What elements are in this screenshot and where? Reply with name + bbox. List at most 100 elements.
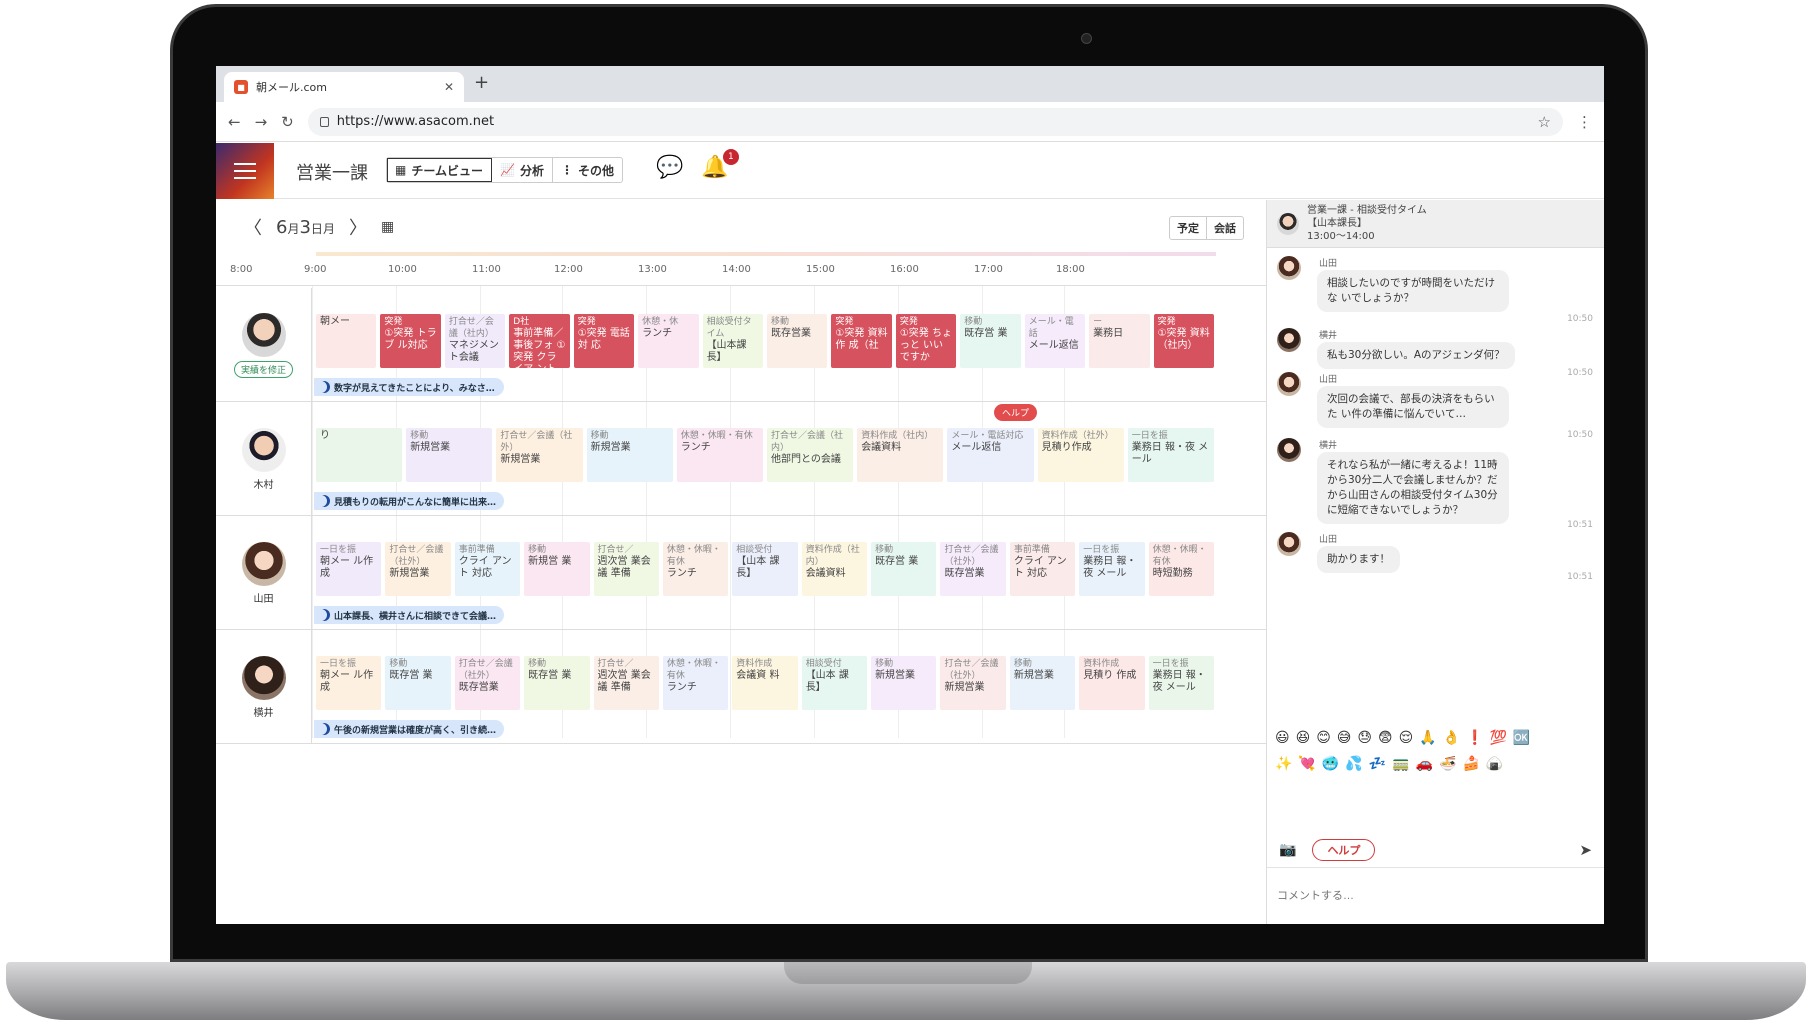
schedule-block[interactable]: 移動 新規営業 bbox=[406, 428, 493, 482]
schedule-block[interactable]: 休憩・休暇・有休 ランチ bbox=[676, 428, 763, 482]
schedule-block[interactable]: 移動 既存営 業 bbox=[871, 542, 937, 596]
bookmark-star-icon[interactable]: ☆ bbox=[1538, 113, 1551, 131]
schedule-block[interactable]: メール・電話 メール返信 bbox=[1024, 314, 1086, 368]
schedule-block[interactable]: D社事前準備／事後フォ ①突発 クライア ント対応 bbox=[509, 314, 570, 368]
help-button[interactable]: ヘルプ bbox=[1312, 838, 1376, 861]
member-profile[interactable]: 横井 bbox=[216, 630, 312, 744]
close-icon[interactable]: ✕ bbox=[444, 80, 454, 94]
member-profile[interactable]: 木村 bbox=[216, 402, 312, 516]
camera-icon[interactable]: 📷 bbox=[1279, 842, 1296, 858]
help-request-badge[interactable]: ヘルプ bbox=[994, 404, 1038, 421]
schedule-block[interactable]: 一日を振 業務日 報・夜 メール bbox=[1148, 656, 1214, 710]
schedule-block[interactable]: 打合せ／ 週次営 業会議 準備 bbox=[593, 656, 659, 710]
schedule-block[interactable]: 資料作成（社外） 見積り作成 bbox=[1037, 428, 1124, 482]
new-tab-icon[interactable]: + bbox=[474, 72, 489, 93]
schedule-block[interactable]: 相談受付 【山本 課長】 bbox=[801, 656, 868, 710]
schedule-block[interactable]: 資料作成 見積り 作成 bbox=[1079, 656, 1145, 710]
url-field[interactable]: https://www.asacom.net ☆ bbox=[307, 107, 1563, 136]
schedule-block[interactable]: 移動 新規営業 bbox=[586, 428, 673, 482]
calendar-icon[interactable]: ▦ bbox=[381, 219, 394, 235]
conversation-button[interactable]: 会話 bbox=[1207, 217, 1243, 239]
schedule-block[interactable]: 移動 既存営業 bbox=[767, 314, 828, 368]
member-comment[interactable]: 午後の新規営業は確度が高く、引き続… bbox=[314, 720, 504, 738]
schedule-block[interactable]: 朝メー bbox=[316, 314, 377, 368]
chat-bubbles-icon[interactable]: 💬 bbox=[656, 155, 683, 180]
comment-text: 数字が見えてきたことにより、みなさ… bbox=[334, 383, 495, 394]
schedule-block[interactable]: ー業務日 bbox=[1089, 314, 1150, 368]
emoji-picker-row[interactable]: 😃😆😊😅😓😨😌🙏👌❗💯🆗 bbox=[1275, 730, 1536, 746]
schedule-block[interactable]: 相談受付タイム 【山本課長】 bbox=[702, 314, 763, 368]
schedule-block[interactable]: 一日を振 朝メー ル作成 bbox=[316, 542, 382, 596]
reload-icon[interactable]: ↻ bbox=[281, 113, 294, 131]
schedule-block[interactable]: 打合せ／会議（社外） 既存営業 bbox=[940, 542, 1006, 596]
schedule-block[interactable]: 移動 既存営 業 bbox=[524, 656, 590, 710]
schedule-block[interactable]: 打合せ／会議（社外） 新規営業 bbox=[940, 656, 1006, 710]
schedule-block[interactable]: 打合せ／会議（社内） 他部門との会議 bbox=[767, 428, 854, 482]
schedule-block[interactable]: 一日を振 業務日 報・夜 メール bbox=[1127, 428, 1214, 482]
schedule-block[interactable]: 打合せ／会議（社外） 新規営業 bbox=[496, 428, 583, 482]
schedule-block[interactable]: 事前準備 クライ アント 対応 bbox=[454, 542, 521, 596]
tab-analysis[interactable]: 📈 分析 bbox=[492, 158, 553, 182]
schedule-block[interactable]: 一日を振 朝メー ル作成 bbox=[316, 656, 382, 710]
schedule-block[interactable]: 突発 ①突発 資料 （社内） bbox=[1153, 314, 1214, 368]
browser-tab[interactable]: ■ 朝メール.com ✕ bbox=[224, 72, 464, 102]
schedule-block[interactable]: メール・電話対応 メール返信 bbox=[947, 428, 1034, 482]
block-category: 休憩・休暇・有休 bbox=[1152, 545, 1207, 567]
schedule-block[interactable]: 休憩・休 ランチ bbox=[638, 314, 699, 368]
grid-icon: ▦ bbox=[395, 163, 407, 177]
prev-day-icon[interactable]: 〈 bbox=[244, 214, 262, 240]
block-title: ランチ bbox=[666, 682, 697, 693]
lock-icon bbox=[319, 116, 329, 127]
emoji-picker-row[interactable]: ✨💘🥶💦💤🚃🚗🍜🍰🍙 bbox=[1275, 756, 1509, 772]
notification-bell[interactable]: 🔔 1 bbox=[701, 149, 739, 180]
member-comment[interactable]: 数字が見えてきたことにより、みなさ… bbox=[314, 378, 504, 396]
schedule-block[interactable]: 打合せ／会議（社内） マネジメント会議 bbox=[444, 314, 506, 368]
schedule-block[interactable]: 移動 既存営 業 bbox=[960, 314, 1021, 368]
schedule-button[interactable]: 予定 bbox=[1170, 217, 1207, 239]
schedule-block[interactable]: 突発 ①突発 電話対 応 bbox=[573, 314, 635, 368]
schedule-block[interactable]: り bbox=[316, 428, 403, 482]
comment-input[interactable] bbox=[1267, 868, 1604, 924]
member-profile[interactable]: 山田 bbox=[216, 516, 312, 630]
schedule-block[interactable]: 一日を振 業務日 報・夜 メール bbox=[1079, 542, 1145, 596]
schedule-block[interactable]: 突発 ①突発 トラブ ル対応 bbox=[380, 314, 441, 368]
schedule-block[interactable]: 休憩・休暇・有休 ランチ bbox=[662, 656, 729, 710]
schedule-block[interactable]: 打合せ／ 週次営 業会議 準備 bbox=[593, 542, 659, 596]
schedule-block[interactable]: 移動 既存営 業 bbox=[385, 656, 451, 710]
back-icon[interactable]: ← bbox=[228, 113, 241, 131]
block-title: 【山本 課長】 bbox=[736, 556, 780, 579]
moon-icon bbox=[318, 609, 330, 621]
schedule-block[interactable]: 資料作成（社内） 会議資料 bbox=[801, 542, 868, 596]
schedule-block[interactable]: 打合せ／会議（社外） 新規営業 bbox=[385, 542, 451, 596]
member-profile[interactable]: 実績を修正 bbox=[216, 288, 312, 402]
time-tick: 11:00 bbox=[472, 264, 501, 275]
schedule-block[interactable]: 事前準備 クライ アント 対応 bbox=[1009, 542, 1076, 596]
schedule-block[interactable]: 資料作成（社内） 会議資料 bbox=[857, 428, 944, 482]
date-display: 6月3日月 bbox=[276, 217, 335, 238]
schedule-block[interactable]: 突発 ①突発 資料作 成（社 bbox=[831, 314, 892, 368]
schedule-block[interactable]: 移動 新規営 業 bbox=[524, 542, 590, 596]
schedule-block[interactable]: 移動 新規営業 bbox=[1009, 656, 1076, 710]
forward-icon[interactable]: → bbox=[255, 113, 268, 131]
chat-host: 【山本課長】 bbox=[1307, 218, 1367, 229]
edit-actuals-button[interactable]: 実績を修正 bbox=[233, 360, 293, 378]
block-title: 新規営業 bbox=[875, 670, 916, 681]
next-day-icon[interactable]: 〉 bbox=[349, 214, 367, 240]
schedule-block[interactable]: 休憩・休暇・有休 時短勤務 bbox=[1148, 542, 1214, 596]
kebab-menu-icon[interactable]: ⋮ bbox=[1577, 113, 1592, 131]
hamburger-menu-icon[interactable] bbox=[216, 143, 274, 199]
send-icon[interactable]: ➤ bbox=[1579, 841, 1592, 859]
member-comment[interactable]: 山本課長、横井さんに相談できて会議… bbox=[314, 606, 504, 624]
schedule-block[interactable]: 相談受付 【山本 課長】 bbox=[732, 542, 798, 596]
schedule-block[interactable]: 休憩・休暇・有休 ランチ bbox=[662, 542, 729, 596]
schedule-block[interactable]: 突発 ①突発 ちょっと いいですか bbox=[895, 314, 957, 368]
member-comment[interactable]: 見積もりの転用がこんなに簡単に出来… bbox=[314, 492, 504, 510]
block-title: ランチ bbox=[666, 568, 697, 579]
tab-other[interactable]: ⋮ その他 bbox=[553, 158, 622, 182]
schedule-block[interactable]: 打合せ／会議（社外） 既存営業 bbox=[454, 656, 521, 710]
schedule-block[interactable]: 資料作成 会議資 料 bbox=[732, 656, 798, 710]
block-title: ①突発 トラブ ル対応 bbox=[384, 328, 437, 351]
tab-team-view[interactable]: ▦ チームビュー bbox=[387, 158, 492, 182]
tab-label: 分析 bbox=[519, 163, 544, 178]
schedule-block[interactable]: 移動 新規営業 bbox=[871, 656, 937, 710]
